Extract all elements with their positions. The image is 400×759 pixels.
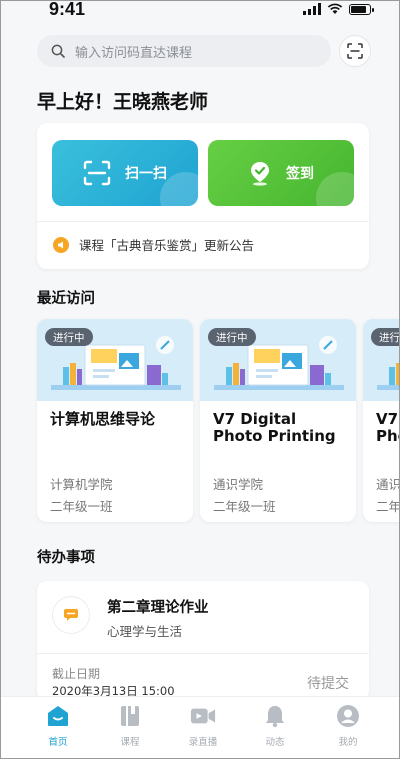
course-title: V7 Digital Photo Printing bbox=[213, 410, 336, 445]
scan-icon bbox=[83, 160, 111, 186]
search-placeholder: 输入访问码直达课程 bbox=[75, 45, 193, 61]
status-badge: 进行中 bbox=[208, 328, 256, 346]
deadline-label: 截止日期 bbox=[52, 667, 101, 681]
recent-section-title: 最近访问 bbox=[37, 291, 95, 307]
nav-label: 录直播 bbox=[188, 737, 218, 748]
quick-actions-card: 扫一扫 签到 课程「古典音乐鉴赏」更新公告 bbox=[37, 123, 369, 269]
nav-label: 我的 bbox=[338, 737, 358, 748]
bell-icon bbox=[262, 703, 288, 729]
nav-item[interactable]: 课程 bbox=[102, 703, 158, 753]
scan-button[interactable]: 扫一扫 bbox=[52, 140, 198, 206]
course-school: 通识学院 bbox=[213, 477, 264, 492]
profile-icon bbox=[335, 703, 361, 729]
location-check-icon bbox=[251, 162, 269, 186]
app-screen: 9:41 输入访问码直达课程 早上好！王晓燕老师 扫一扫 签到 课程「古典音乐鉴… bbox=[0, 0, 400, 759]
status-badge: 进行中 bbox=[371, 328, 399, 346]
status-time: 9:41 bbox=[49, 0, 86, 19]
scan-icon bbox=[347, 43, 363, 59]
button-decoration bbox=[316, 172, 354, 206]
todo-divider bbox=[37, 653, 369, 654]
nav-item[interactable]: 动态 bbox=[247, 703, 303, 753]
nav-item[interactable]: 录直播 bbox=[175, 703, 231, 753]
course-class: 二年级一班 bbox=[376, 499, 400, 514]
course-card[interactable]: 进行中 V7 Digital Photo Printing 通识学院 二年级一班 bbox=[363, 319, 400, 522]
course-title: 计算机思维导论 bbox=[50, 410, 156, 428]
nav-label: 课程 bbox=[120, 737, 140, 748]
todo-item[interactable]: 第二章理论作业 心理学与生活 截止日期 2020年3月13日 15:00 待提交 bbox=[37, 581, 369, 701]
card-divider bbox=[37, 221, 369, 222]
todo-course: 心理学与生活 bbox=[107, 624, 183, 639]
status-badge: 进行中 bbox=[45, 328, 93, 346]
video-icon bbox=[190, 703, 216, 729]
checkin-button[interactable]: 签到 bbox=[208, 140, 354, 206]
course-card[interactable]: 进行中 V7 Digital Photo Printing 通识学院 二年级一班 bbox=[200, 319, 356, 522]
notice-link[interactable]: 课程「古典音乐鉴赏」更新公告 bbox=[53, 235, 254, 254]
book-icon bbox=[117, 703, 143, 729]
nav-item[interactable]: 首页 bbox=[30, 703, 86, 753]
bottom-nav: 首页 课程 录直播 动态 我的 bbox=[1, 696, 399, 758]
scan-button-label: 扫一扫 bbox=[125, 166, 167, 182]
status-bar: 9:41 bbox=[1, 0, 399, 25]
scan-shortcut-button[interactable] bbox=[339, 35, 371, 67]
course-title: V7 Digital Photo Printing bbox=[376, 410, 399, 445]
greeting-title: 早上好！王晓燕老师 bbox=[37, 91, 209, 113]
search-input[interactable]: 输入访问码直达课程 bbox=[37, 35, 331, 67]
home-icon bbox=[45, 703, 71, 729]
cellular-signal-icon bbox=[303, 3, 321, 15]
course-class: 二年级一班 bbox=[213, 499, 276, 514]
announcement-icon bbox=[53, 236, 69, 253]
wifi-icon bbox=[327, 3, 343, 14]
nav-label: 首页 bbox=[48, 737, 68, 748]
notice-text: 课程「古典音乐鉴赏」更新公告 bbox=[79, 238, 255, 253]
battery-level bbox=[351, 5, 366, 13]
status-icons bbox=[303, 3, 374, 15]
nav-label: 动态 bbox=[265, 737, 285, 748]
search-icon bbox=[51, 44, 65, 58]
course-school: 通识学院 bbox=[376, 477, 400, 492]
assignment-icon-wrap bbox=[52, 596, 90, 634]
todo-section-title: 待办事项 bbox=[37, 550, 95, 566]
todo-title: 第二章理论作业 bbox=[107, 600, 209, 616]
checkin-button-label: 签到 bbox=[286, 166, 314, 182]
nav-item[interactable]: 我的 bbox=[320, 703, 376, 753]
course-card[interactable]: 进行中 计算机思维导论 计算机学院 二年级一班 bbox=[37, 319, 193, 522]
assignment-icon bbox=[64, 609, 78, 621]
battery-icon bbox=[349, 3, 374, 15]
todo-status: 待提交 bbox=[307, 676, 349, 692]
course-class: 二年级一班 bbox=[50, 499, 113, 514]
course-school: 计算机学院 bbox=[50, 477, 113, 492]
